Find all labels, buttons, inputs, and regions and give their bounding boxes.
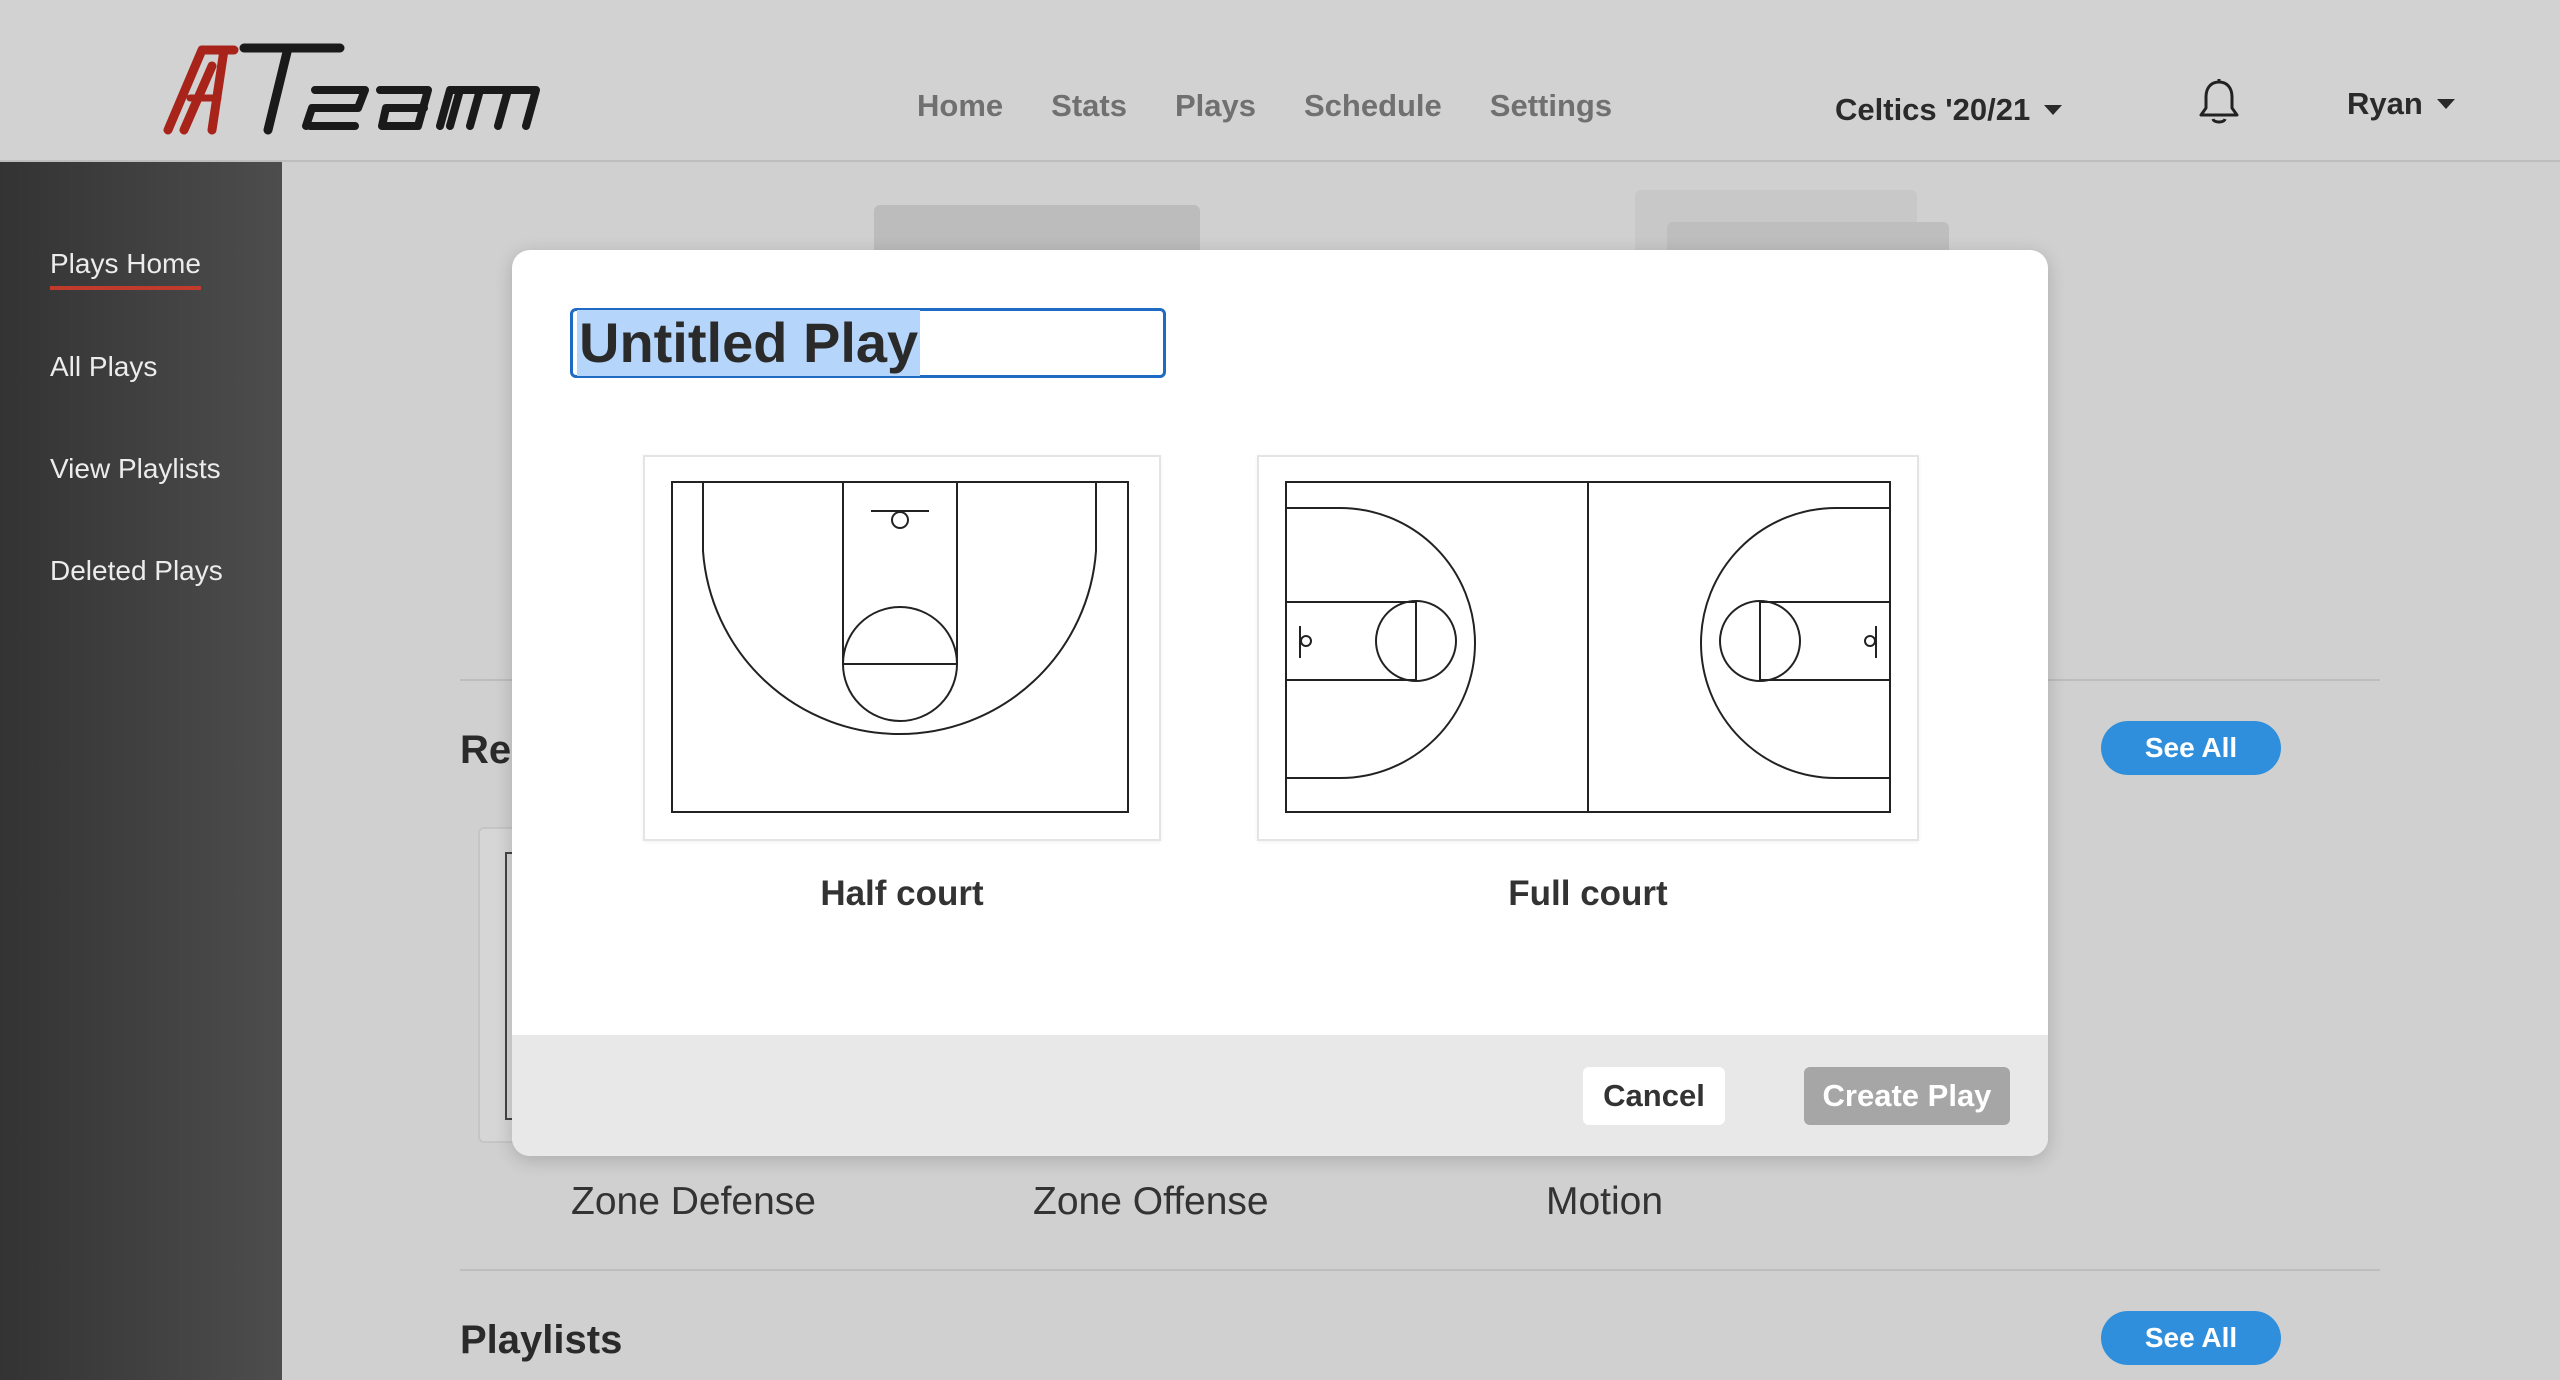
nav-home[interactable]: Home	[917, 88, 1003, 124]
top-header: Home Stats Plays Schedule Settings Celti…	[0, 0, 2560, 162]
see-all-recent-button[interactable]: See All	[2101, 721, 2281, 775]
new-play-dialog: Untitled Play Half court Full court Canc…	[512, 250, 2048, 1156]
see-all-playlists-button[interactable]: See All	[2101, 1311, 2281, 1365]
sidebar-item-all-plays[interactable]: All Plays	[50, 351, 157, 383]
user-menu[interactable]: Ryan	[2347, 86, 2455, 122]
half-court-icon	[671, 481, 1129, 813]
sidebar-item-deleted-plays[interactable]: Deleted Plays	[50, 555, 223, 587]
ateam-logo[interactable]	[160, 36, 580, 146]
play-title-input[interactable]: Untitled Play	[570, 308, 1166, 378]
nav-settings[interactable]: Settings	[1490, 88, 1612, 124]
nav-plays[interactable]: Plays	[1175, 88, 1256, 124]
nav-schedule[interactable]: Schedule	[1304, 88, 1442, 124]
caret-down-icon	[2044, 105, 2063, 115]
main-nav: Home Stats Plays Schedule Settings	[917, 88, 1660, 124]
play-title-text: Untitled Play	[577, 310, 921, 376]
section-divider	[460, 1269, 2380, 1271]
bell-icon[interactable]	[2198, 78, 2240, 126]
recent-plays-title: Re	[460, 728, 512, 772]
half-court-label: Half court	[820, 874, 984, 913]
dialog-footer: Cancel Create Play	[512, 1035, 2048, 1156]
playlists-title: Playlists	[460, 1318, 623, 1362]
play-label-zone-offense[interactable]: Zone Offense	[1033, 1180, 1269, 1224]
full-court-option[interactable]	[1257, 455, 1919, 841]
caret-down-icon	[2436, 99, 2455, 109]
full-court-icon	[1285, 481, 1891, 813]
half-court-option[interactable]	[643, 455, 1161, 841]
full-court-label: Full court	[1508, 874, 1668, 913]
team-selector-label: Celtics '20/21	[1835, 92, 2031, 127]
cancel-button[interactable]: Cancel	[1583, 1067, 1725, 1125]
play-label-motion[interactable]: Motion	[1546, 1180, 1663, 1224]
play-label-zone-defense[interactable]: Zone Defense	[571, 1180, 816, 1224]
sidebar-item-plays-home[interactable]: Plays Home	[50, 248, 201, 290]
nav-stats[interactable]: Stats	[1051, 88, 1127, 124]
user-name: Ryan	[2347, 86, 2423, 121]
sidebar: Plays Home All Plays View Playlists Dele…	[0, 162, 282, 1380]
team-selector[interactable]: Celtics '20/21	[1835, 92, 2063, 128]
create-play-button[interactable]: Create Play	[1804, 1067, 2010, 1125]
sidebar-item-view-playlists[interactable]: View Playlists	[50, 453, 221, 485]
